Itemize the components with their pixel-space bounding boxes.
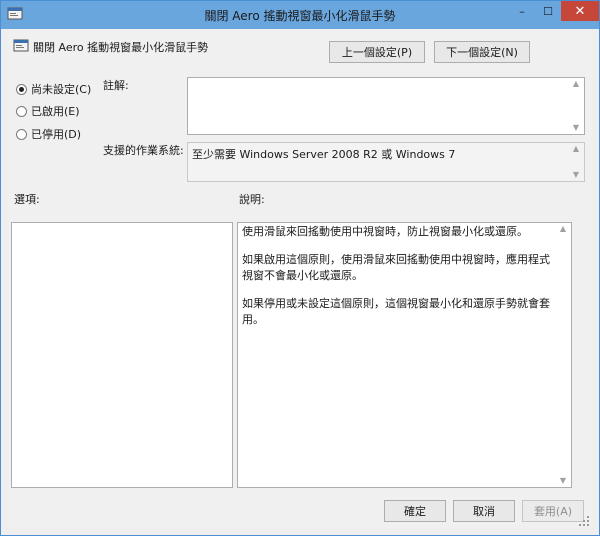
apply-button[interactable]: 套用(A) [522, 500, 584, 522]
close-button[interactable]: ✕ [561, 1, 599, 21]
comment-label: 註解: [103, 79, 129, 92]
help-scrollbar[interactable]: ▲ ▼ [555, 223, 571, 487]
comment-textarea[interactable]: ▲ ▼ [187, 77, 585, 135]
radio-disabled[interactable]: 已停用(D) [16, 126, 81, 142]
policy-setting-icon [13, 39, 29, 52]
maximize-button[interactable]: ☐ [535, 1, 561, 21]
policy-editor-window: 關閉 Aero 搖動視窗最小化滑鼠手勢 – ☐ ✕ 關閉 Aero 搖動視窗最小… [0, 0, 600, 536]
help-paragraph: 使用滑鼠來回搖動使用中視窗時，防止視窗最小化或還原。 [242, 225, 528, 238]
options-panel[interactable] [11, 222, 233, 488]
scroll-up-icon[interactable]: ▲ [560, 223, 566, 235]
dialog-body: 關閉 Aero 搖動視窗最小化滑鼠手勢 上一個設定(P) 下一個設定(N) 尚未… [8, 29, 592, 529]
supported-os-scrollbar[interactable]: ▲ ▼ [568, 143, 584, 181]
help-label: 說明: [239, 193, 265, 206]
radio-label: 已停用(D) [31, 128, 82, 141]
radio-label: 尚未設定(C) [31, 83, 92, 96]
supported-os-label: 支援的作業系統: [103, 144, 184, 157]
comment-value [188, 78, 584, 84]
scroll-up-icon[interactable]: ▲ [573, 143, 579, 155]
help-text: 使用滑鼠來回搖動使用中視窗時，防止視窗最小化或還原。 如果啟用這個原則，使用滑鼠… [238, 223, 556, 328]
minimize-button[interactable]: – [509, 1, 535, 21]
radio-label: 已啟用(E) [31, 105, 80, 118]
radio-indicator [16, 128, 27, 140]
help-panel[interactable]: 使用滑鼠來回搖動使用中視窗時，防止視窗最小化或還原。 如果啟用這個原則，使用滑鼠… [237, 222, 572, 488]
resize-grip-icon[interactable] [578, 515, 590, 527]
cancel-button[interactable]: 取消 [453, 500, 515, 522]
radio-indicator [16, 83, 27, 95]
radio-indicator [16, 105, 27, 117]
next-setting-button[interactable]: 下一個設定(N) [434, 41, 530, 63]
scroll-down-icon[interactable]: ▼ [573, 122, 579, 134]
supported-os-field: 至少需要 Windows Server 2008 R2 或 Windows 7 … [187, 142, 585, 182]
help-paragraph: 如果停用或未設定這個原則，這個視窗最小化和還原手勢就會套用。 [242, 297, 550, 326]
help-paragraph: 如果啟用這個原則，使用滑鼠來回搖動使用中視窗時，應用程式視窗不會最小化或還原。 [242, 253, 550, 282]
previous-setting-button[interactable]: 上一個設定(P) [329, 41, 425, 63]
comment-scrollbar[interactable]: ▲ ▼ [568, 78, 584, 134]
ok-button[interactable]: 確定 [384, 500, 446, 522]
radio-enabled[interactable]: 已啟用(E) [16, 103, 80, 119]
title-bar[interactable]: 關閉 Aero 搖動視窗最小化滑鼠手勢 – ☐ ✕ [1, 1, 599, 29]
supported-os-value: 至少需要 Windows Server 2008 R2 或 Windows 7 [192, 148, 456, 161]
options-label: 選項: [14, 193, 40, 206]
scroll-down-icon[interactable]: ▼ [573, 169, 579, 181]
radio-not-configured[interactable]: 尚未設定(C) [16, 81, 91, 97]
scroll-down-icon[interactable]: ▼ [560, 475, 566, 487]
setting-name: 關閉 Aero 搖動視窗最小化滑鼠手勢 [33, 41, 209, 54]
scroll-up-icon[interactable]: ▲ [573, 78, 579, 90]
